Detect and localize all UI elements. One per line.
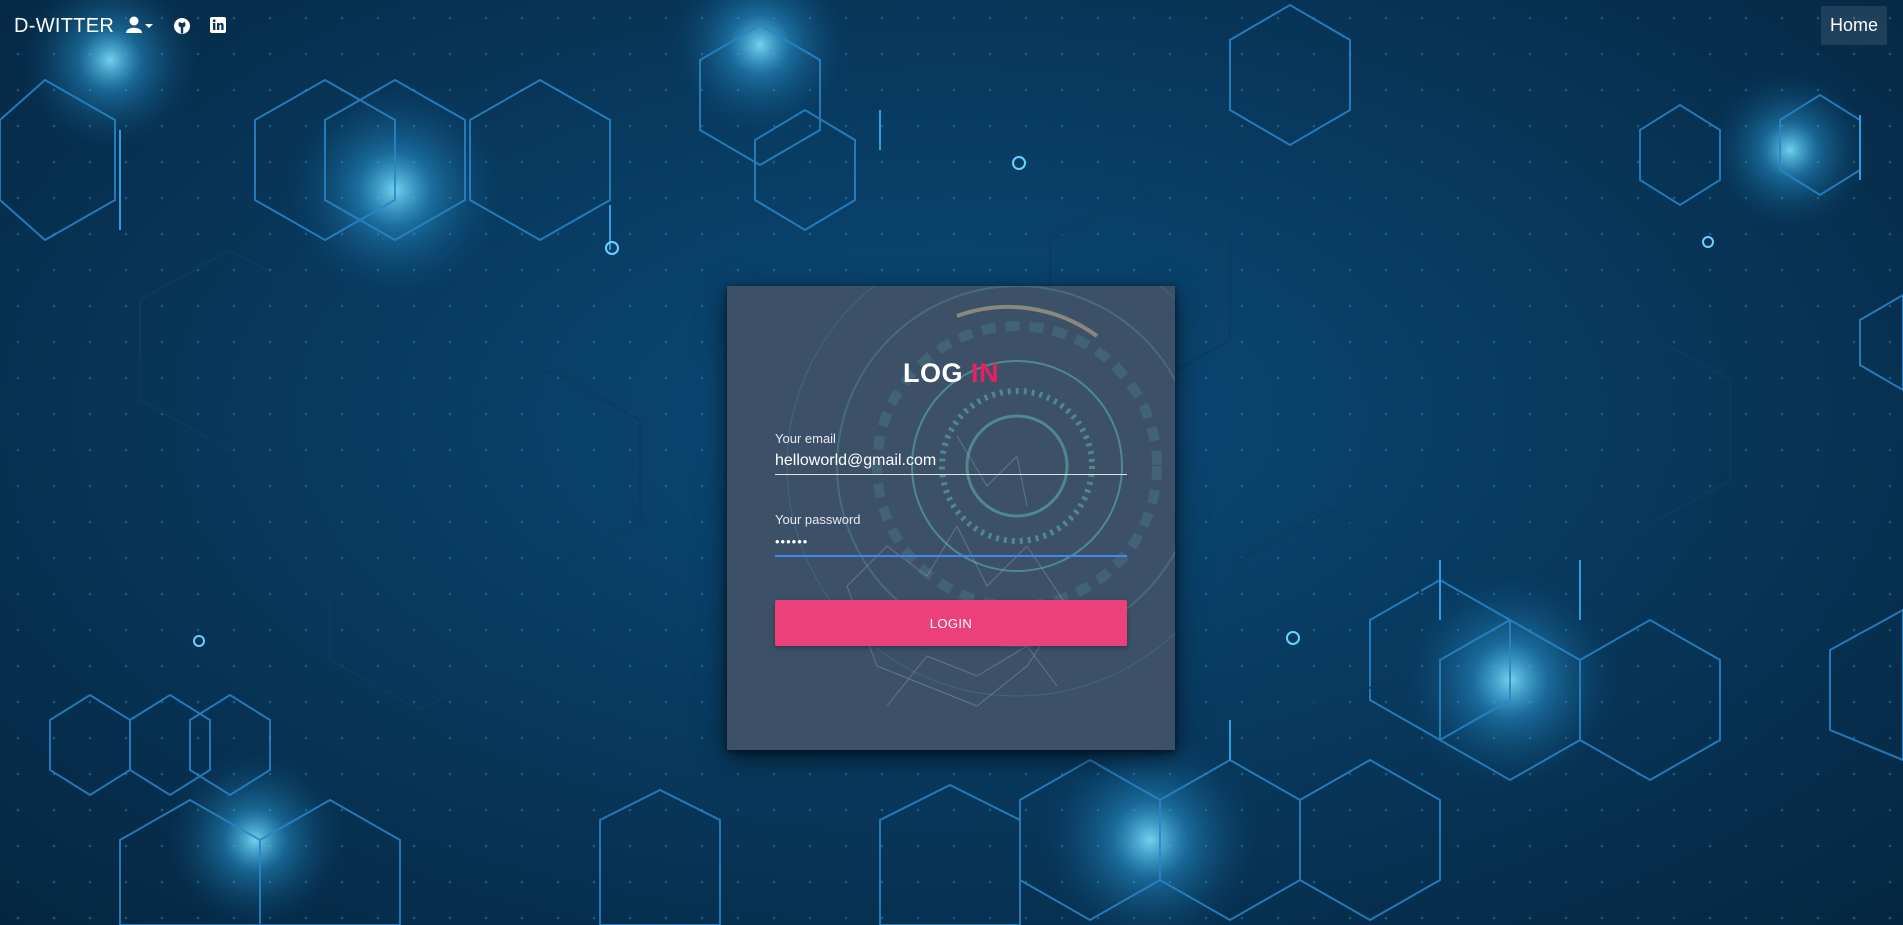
login-title: LOG IN (727, 358, 1175, 389)
email-input[interactable]: helloworld@gmail.com (775, 448, 1127, 474)
login-button[interactable]: LOGIN (775, 600, 1127, 646)
password-underline (775, 555, 1127, 557)
title-in: IN (971, 358, 999, 388)
email-field-group: Your email helloworld@gmail.com (775, 431, 1127, 475)
brand-logo[interactable]: D-WITTER (14, 15, 114, 38)
password-label: Your password (775, 512, 861, 527)
login-card: LOG IN Your email helloworld@gmail.com Y… (727, 286, 1175, 750)
user-dropdown-icon[interactable] (126, 16, 156, 36)
title-log: LOG (902, 358, 963, 388)
top-navbar: D-WITTER Home (0, 0, 1903, 52)
password-input[interactable]: •••••• (775, 529, 1127, 555)
password-field-group: Your password •••••• (775, 512, 1127, 557)
linkedin-icon[interactable] (209, 16, 229, 36)
email-label: Your email (775, 431, 836, 446)
home-link[interactable]: Home (1820, 6, 1887, 45)
email-underline (775, 474, 1127, 475)
github-icon[interactable] (172, 16, 192, 36)
